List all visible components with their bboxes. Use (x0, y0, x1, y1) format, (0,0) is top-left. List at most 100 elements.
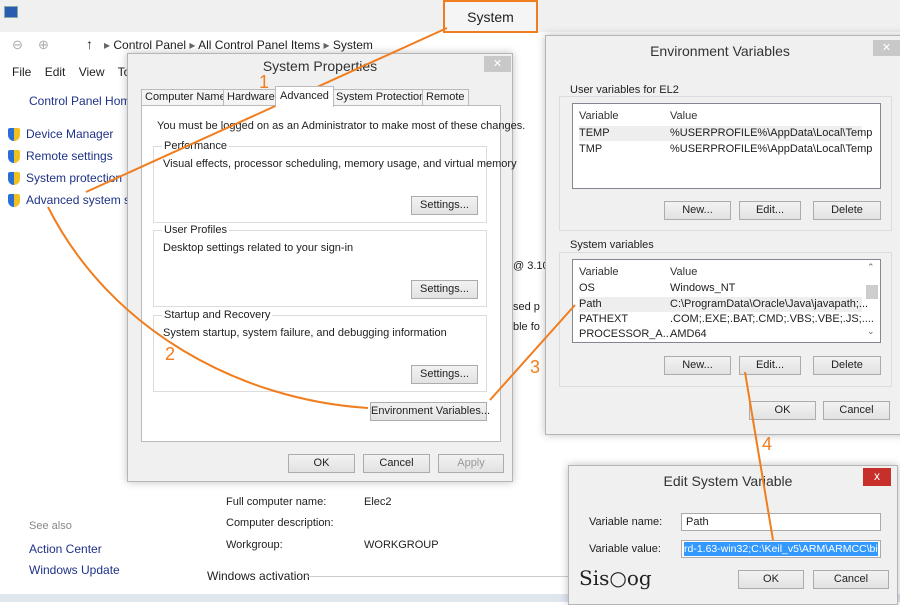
action-center-link[interactable]: Action Center (29, 542, 102, 556)
full-computer-name-label: Full computer name: (226, 496, 327, 508)
partial-text: @ 3.10 (513, 260, 549, 272)
variable-value-label: Variable value: (589, 543, 661, 555)
windows-update-link[interactable]: Windows Update (29, 563, 120, 577)
menu-bar: File Edit View To (12, 65, 130, 79)
group-desc: System startup, system failure, and debu… (163, 327, 447, 339)
remote-settings-link[interactable]: Remote settings (8, 149, 113, 164)
system-new-button[interactable]: New... (664, 356, 731, 375)
watermark-logo: Sis○og (579, 566, 652, 590)
shield-icon (8, 194, 20, 208)
breadcrumb[interactable]: Control Panel (113, 38, 186, 52)
admin-notice: You must be logged on as an Administrato… (157, 120, 526, 132)
user-variables-list[interactable]: Variable Value TEMP %USERPROFILE%\AppData\… (572, 103, 881, 189)
group-title: Startup and Recovery (162, 309, 273, 321)
partial-text: sed p (513, 301, 540, 313)
menu-view[interactable]: View (79, 65, 105, 79)
tab-hardware[interactable]: Hardware (223, 89, 279, 106)
group-title: Performance (162, 140, 229, 152)
system-icon (4, 6, 18, 18)
system-protection-link[interactable]: System protection (8, 171, 122, 186)
windows-activation-heading: Windows activation (207, 569, 310, 583)
partial-text: ble fo (513, 321, 540, 333)
environment-variables-dialog: Environment Variables ✕ User variables f… (545, 35, 900, 435)
shield-icon (8, 172, 20, 186)
group-title: User Profiles (162, 224, 229, 236)
ok-button[interactable]: OK (288, 454, 355, 473)
group-desc: Visual effects, processor scheduling, me… (163, 158, 517, 170)
dialog-title: System Properties (262, 58, 378, 74)
close-button[interactable]: x (863, 468, 891, 486)
cancel-button[interactable]: Cancel (813, 570, 889, 589)
control-panel-home-link[interactable]: Control Panel Home (29, 94, 137, 108)
shield-icon (8, 150, 20, 164)
close-button[interactable]: ✕ (484, 56, 511, 72)
menu-edit[interactable]: Edit (45, 65, 66, 79)
performance-settings-button[interactable]: Settings... (411, 196, 478, 215)
tab-system-protection[interactable]: System Protection (332, 89, 430, 106)
column-header: Variable (579, 266, 619, 278)
system-properties-dialog: System Properties ✕ Computer Name Hardwa… (127, 53, 525, 482)
full-computer-name-value: Elec2 (364, 496, 392, 508)
variable-name-label: Variable name: (589, 516, 663, 528)
group-desc: Desktop settings related to your sign-in (163, 242, 354, 254)
scrollbar[interactable]: ⌃ ⌄ (864, 260, 880, 342)
user-new-button[interactable]: New... (664, 201, 731, 220)
list-item[interactable]: TMP %USERPROFILE%\AppData\Local\Temp (579, 142, 872, 157)
system-edit-button[interactable]: Edit... (739, 356, 801, 375)
breadcrumb[interactable]: System (333, 38, 373, 52)
up-icon[interactable]: ↑ (86, 36, 93, 52)
column-header: Value (670, 266, 698, 278)
address-bar[interactable]: ▸ Control Panel ▸ All Control Panel Item… (104, 36, 564, 54)
workgroup-value: WORKGROUP (364, 539, 439, 551)
variable-value-input[interactable]: rd-1.63-win32;C:\Keil_v5\ARM\ARMCC\bin (681, 540, 881, 558)
back-button[interactable]: ⊖ (12, 37, 23, 53)
system-variables-label: System variables (570, 239, 654, 251)
list-item[interactable]: OS Windows_NT (579, 281, 862, 296)
shield-icon (8, 128, 20, 142)
ok-button[interactable]: OK (738, 570, 804, 589)
system-delete-button[interactable]: Delete (813, 356, 881, 375)
environment-variables-button[interactable]: Environment Variables... (370, 402, 490, 421)
apply-button[interactable]: Apply (438, 454, 504, 473)
step-number: 1 (259, 72, 270, 92)
tab-advanced[interactable]: Advanced (275, 86, 334, 107)
advanced-system-settings-link[interactable]: Advanced system se (8, 193, 137, 208)
computer-description-label: Computer description: (226, 517, 334, 529)
menu-file[interactable]: File (12, 65, 31, 79)
close-button[interactable]: ✕ (873, 40, 900, 56)
list-item[interactable]: PROCESSOR_A... AMD64 (579, 327, 862, 342)
user-profiles-group: User Profiles Desktop settings related t… (153, 224, 487, 307)
cancel-button[interactable]: Cancel (363, 454, 430, 473)
list-item[interactable]: TEMP %USERPROFILE%\AppData\Local\Temp (579, 126, 872, 141)
window-title: System (443, 0, 538, 33)
tab-panel: You must be logged on as an Administrato… (141, 105, 525, 442)
column-header: Value (670, 110, 698, 122)
list-item[interactable]: PATHEXT .COM;.EXE;.BAT;.CMD;.VBS;.VBE;.JS… (579, 312, 874, 327)
startup-recovery-group: Startup and Recovery System startup, sys… (153, 309, 487, 392)
system-variables-list[interactable]: Variable Value OS Windows_NT Path C:\Progra… (572, 259, 881, 343)
cancel-button[interactable]: Cancel (823, 401, 890, 420)
step-number: 2 (165, 344, 176, 364)
user-delete-button[interactable]: Delete (813, 201, 881, 220)
device-manager-link[interactable]: Device Manager (8, 127, 113, 142)
ok-button[interactable]: OK (749, 401, 816, 420)
startup-settings-button[interactable]: Settings... (411, 365, 478, 384)
tab-remote[interactable]: Remote (422, 89, 469, 106)
variable-name-input[interactable]: Path (681, 513, 881, 531)
see-also-label: See also (29, 520, 72, 532)
user-variables-label: User variables for EL2 (570, 84, 679, 96)
list-item-path[interactable]: Path C:\ProgramData\Oracle\Java\javapath;… (579, 297, 868, 312)
step-number: 4 (762, 434, 773, 454)
dialog-title: Environment Variables (650, 43, 790, 59)
forward-button[interactable]: ⊕ (38, 37, 49, 53)
step-number: 3 (530, 357, 541, 377)
tab-computer-name[interactable]: Computer Name (141, 89, 230, 106)
user-edit-button[interactable]: Edit... (739, 201, 801, 220)
performance-group: Performance Visual effects, processor sc… (153, 140, 517, 223)
dialog-title: Edit System Variable (663, 473, 793, 489)
column-header: Variable (579, 110, 619, 122)
breadcrumb[interactable]: All Control Panel Items (198, 38, 320, 52)
edit-system-variable-dialog: Edit System Variable x Variable name: Pa… (568, 465, 898, 605)
workgroup-label: Workgroup: (226, 539, 283, 551)
user-profiles-settings-button[interactable]: Settings... (411, 280, 478, 299)
